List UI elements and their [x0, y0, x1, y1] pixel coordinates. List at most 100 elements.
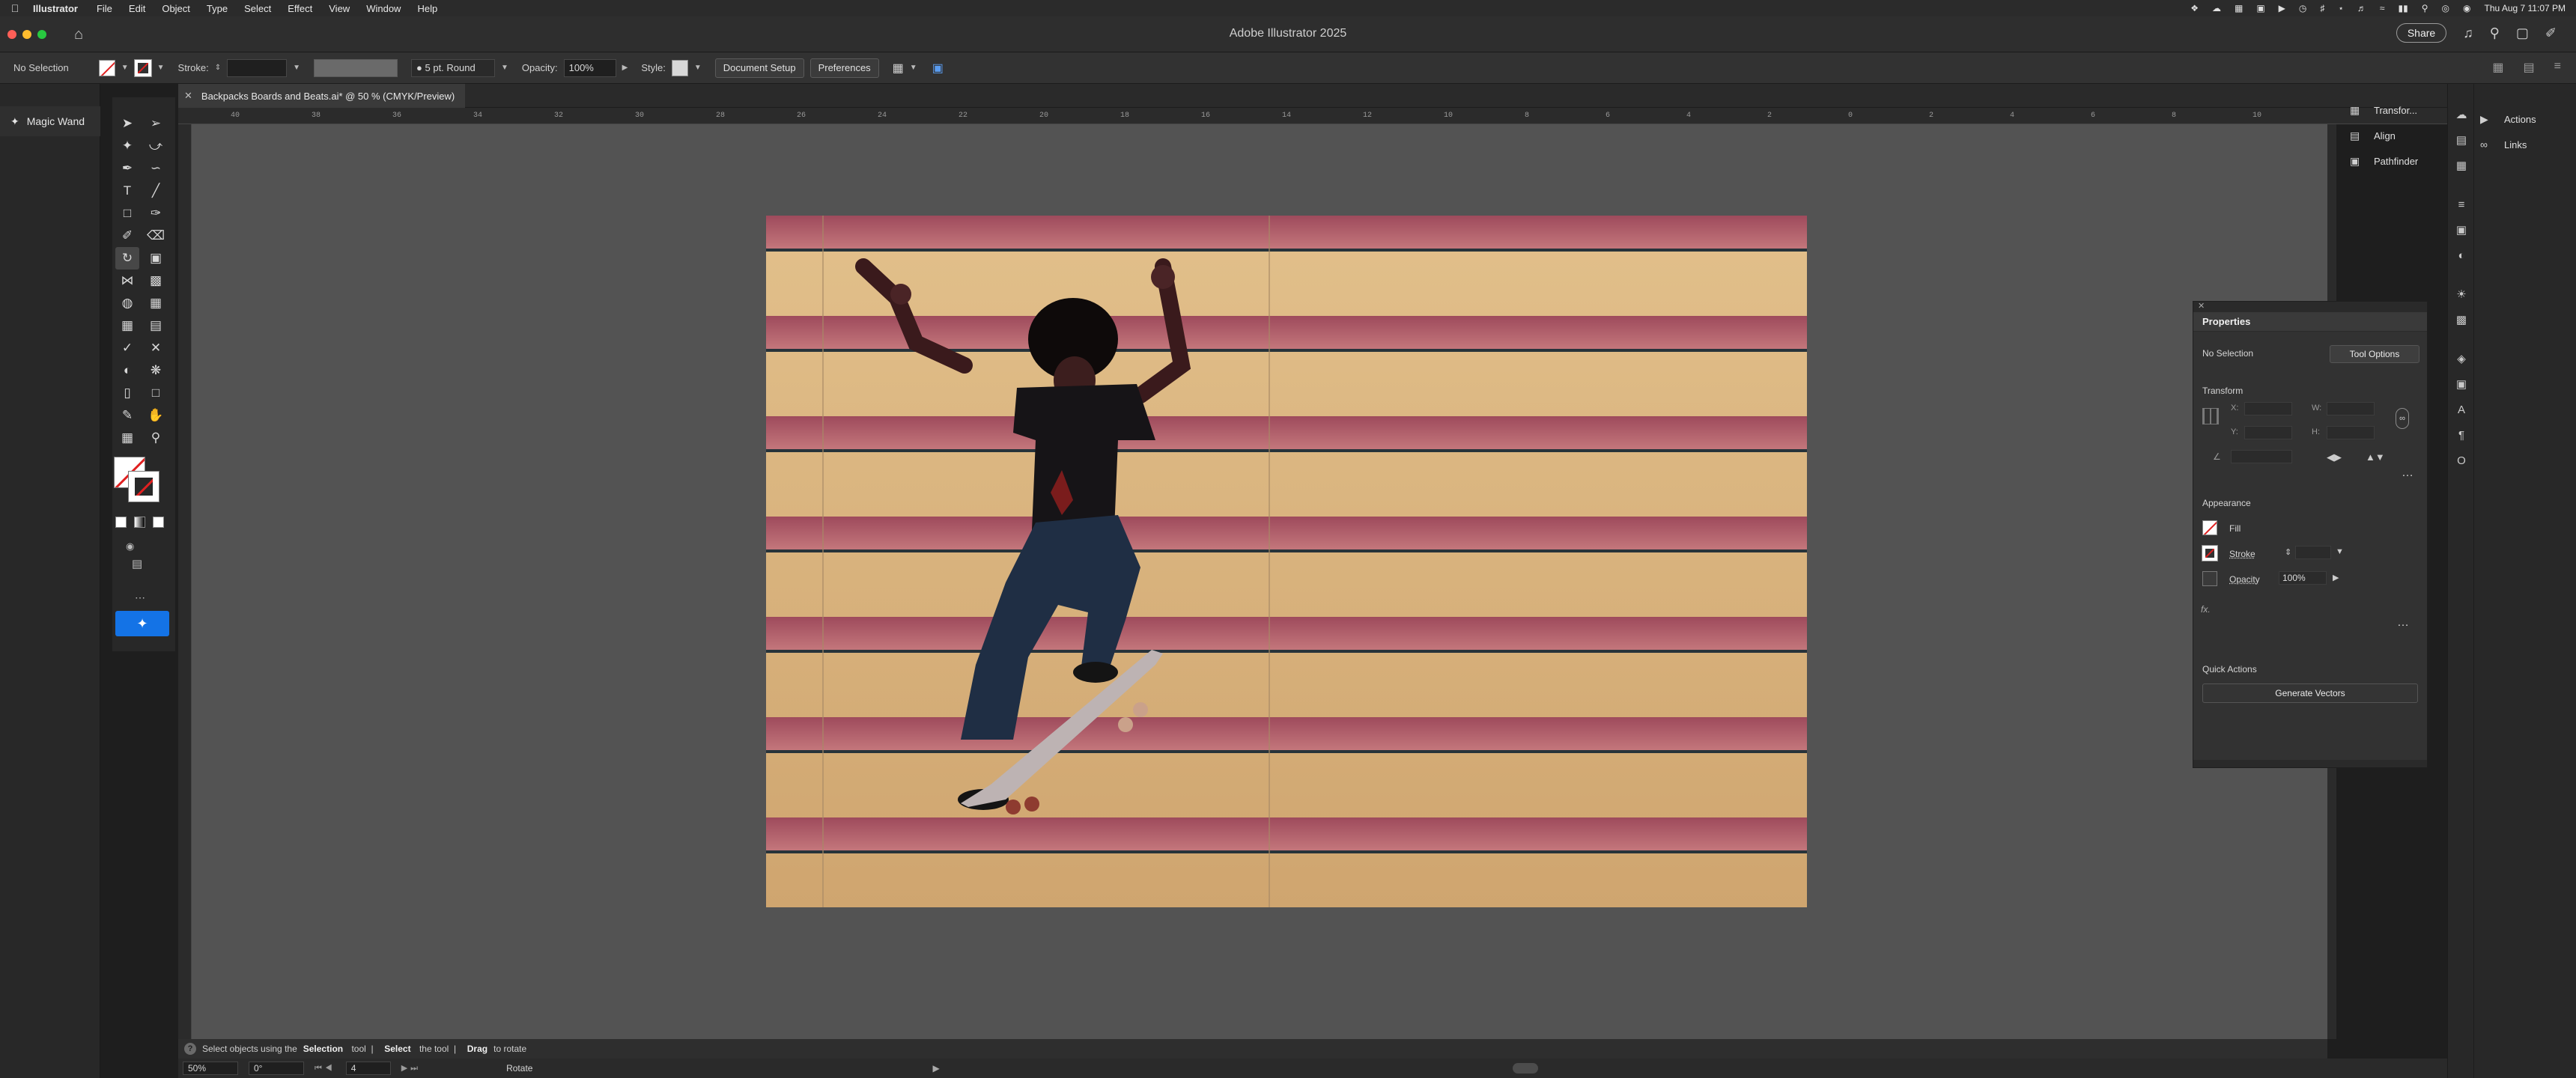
width-tool-icon[interactable]: ⋈ — [115, 270, 139, 292]
opacity-swatch[interactable] — [2202, 571, 2217, 586]
measure-tool-icon[interactable]: ✕ — [144, 337, 168, 359]
search-icon[interactable]: ⚲ — [2490, 25, 2500, 41]
stroke-stepper-icon[interactable]: ⇕ — [215, 64, 221, 72]
stroke-label[interactable]: Stroke — [2229, 549, 2255, 559]
arrange-icon[interactable]: ▤ — [2524, 60, 2535, 75]
magic-wand-panel-tab[interactable]: ✦ Magic Wand — [0, 106, 100, 136]
horizontal-ruler[interactable]: 40 38 36 34 32 30 28 26 24 22 20 18 16 14 12 10 8 6 4 2 0 2 4 6… — [178, 108, 2552, 124]
menu-select[interactable]: Select — [236, 3, 279, 14]
help-icon[interactable]: ? — [184, 1043, 196, 1055]
menu-lines-icon[interactable]: ≡ — [2554, 60, 2561, 75]
libraries-icon[interactable]: ☁ — [2452, 106, 2470, 124]
apple-menu-icon[interactable]:  — [0, 2, 30, 14]
curvature-tool-icon[interactable]: ∽ — [144, 157, 168, 180]
close-tab-icon[interactable]: ✕ — [184, 90, 192, 102]
close-icon[interactable]: ✕ — [2198, 301, 2205, 311]
gradient-icon[interactable] — [134, 517, 145, 528]
flip-vertical-icon[interactable]: ▲▼ — [2366, 451, 2385, 463]
stroke-weight-field[interactable] — [227, 58, 288, 77]
gradient-tool-icon[interactable]: ▤ — [144, 314, 168, 337]
properties-icon[interactable]: ▤ — [2452, 132, 2470, 150]
menu-type[interactable]: Type — [198, 3, 236, 14]
chevron-down-icon[interactable]: ▼ — [2336, 547, 2344, 556]
stroke-color-icon[interactable] — [128, 471, 160, 502]
blend-tool-icon[interactable]: ◐ — [115, 359, 139, 382]
stroke-panel-icon[interactable]: ≡ — [2452, 196, 2470, 214]
document-tab[interactable]: ✕ Backpacks Boards and Beats.ai* @ 50 % … — [178, 84, 466, 108]
dropbox-icon[interactable]: ❖ — [2190, 3, 2199, 13]
actions-panel-tab[interactable]: ▶ Actions — [2474, 106, 2576, 132]
appearance-stroke-swatch[interactable] — [2202, 545, 2218, 561]
chevron-down-icon[interactable]: ▼ — [694, 64, 702, 72]
transform-panel-tab[interactable]: ▦ Transfor... — [2344, 97, 2441, 123]
print-tiling-tool-icon[interactable]: ▦ — [115, 427, 139, 449]
lasso-tool-icon[interactable]: ⤻ — [144, 135, 168, 157]
more-appearance-icon[interactable]: … — [2397, 616, 2410, 630]
menu-effect[interactable]: Effect — [279, 3, 321, 14]
chevron-down-icon[interactable]: ▼ — [910, 64, 917, 72]
opacity-label[interactable]: Opacity — [2229, 574, 2260, 585]
mesh-tool-icon[interactable]: ▦ — [115, 314, 139, 337]
appearance-fill-swatch[interactable] — [2202, 520, 2217, 535]
more-options-icon[interactable]: … — [2402, 466, 2414, 480]
wifi-icon[interactable]: ≈ — [2380, 3, 2385, 13]
menu-file[interactable]: File — [88, 3, 121, 14]
selection-tool-icon[interactable]: ➤ — [115, 112, 139, 135]
edit-toolbar-icon[interactable]: ⋯ — [135, 591, 145, 604]
chevron-down-icon[interactable]: ▼ — [157, 64, 165, 72]
screen-record-icon[interactable]: ▣ — [2256, 3, 2264, 13]
bluetooth-icon[interactable]: ⋆ — [2338, 3, 2344, 13]
type-tool-icon[interactable]: T — [115, 180, 139, 202]
paintbrush-tool-icon[interactable]: ✑ — [144, 202, 168, 225]
character-icon[interactable]: A — [2452, 401, 2470, 419]
fill-swatch[interactable] — [98, 59, 115, 76]
reference-point-icon[interactable] — [2202, 408, 2219, 424]
chevron-down-icon[interactable]: ▼ — [293, 64, 300, 72]
constrain-proportions-icon[interactable]: ∞ — [2396, 408, 2409, 429]
graphic-style-swatch[interactable] — [671, 59, 688, 76]
chevron-right-icon[interactable]: ▶ — [622, 64, 628, 72]
recolor-icon[interactable]: ▣ — [932, 61, 944, 76]
rotate-field[interactable] — [2231, 450, 2292, 463]
window-close-button[interactable] — [7, 30, 16, 39]
notification-bell-icon[interactable]: ♫ — [2463, 25, 2473, 41]
color-icon[interactable] — [115, 517, 127, 528]
volume-icon[interactable]: ♬ — [2357, 3, 2366, 13]
none-icon[interactable] — [153, 517, 164, 528]
artboard-nav-prev-icon[interactable]: ⏮◀ — [315, 1064, 335, 1074]
screen-mode-icon[interactable]: ▤ — [132, 557, 142, 570]
free-transform-tool-icon[interactable]: ▩ — [144, 270, 168, 292]
transparency-icon[interactable]: ◐ — [2452, 247, 2470, 265]
artboard-tool-icon[interactable]: □ — [144, 382, 168, 404]
artboard[interactable] — [766, 216, 1807, 907]
variable-width-profile[interactable] — [314, 58, 398, 77]
w-field[interactable] — [2327, 402, 2375, 415]
shaper-tool-icon[interactable]: ✐ — [115, 225, 139, 247]
search-icon[interactable]: ⚲ — [2422, 3, 2428, 13]
panel-resize-handle[interactable] — [2193, 760, 2427, 767]
tool-options-button[interactable]: Tool Options — [2330, 345, 2419, 363]
pen-discover-icon[interactable]: ✐ — [2545, 25, 2557, 41]
canvas[interactable] — [192, 124, 2327, 1039]
scale-tool-icon[interactable]: ▣ — [144, 247, 168, 270]
stroke-stepper-icon[interactable]: ⇕ — [2285, 547, 2291, 557]
symbol-sprayer-tool-icon[interactable]: ❋ — [144, 359, 168, 382]
menu-object[interactable]: Object — [154, 3, 198, 14]
shape-builder-tool-icon[interactable]: ◍ — [115, 292, 139, 314]
generative-ai-button[interactable]: ✦ — [115, 611, 169, 636]
slice-tool-icon[interactable]: ✎ — [115, 404, 139, 427]
appearance-icon[interactable]: ☀ — [2452, 286, 2470, 304]
stroke-weight-input[interactable] — [2295, 546, 2331, 559]
document-setup-button[interactable]: Document Setup — [714, 58, 804, 78]
clock-icon[interactable]: ◷ — [2299, 3, 2306, 13]
app-menu[interactable]: Illustrator — [30, 3, 88, 14]
siri-icon[interactable]: ◉ — [2463, 3, 2470, 13]
play-circle-icon[interactable]: ▶ — [2279, 3, 2285, 13]
x-field[interactable] — [2244, 402, 2292, 415]
brush-definition[interactable]: ● 5 pt. Round — [411, 58, 496, 77]
opacity-field[interactable]: 100% — [563, 58, 616, 77]
status-expand-icon[interactable]: ▶ — [932, 1063, 939, 1074]
flip-horizontal-icon[interactable]: ◀▶ — [2327, 451, 2342, 463]
horizontal-scroll-thumb[interactable] — [1513, 1063, 1538, 1074]
workspace-icon[interactable]: ▢ — [2516, 25, 2529, 41]
